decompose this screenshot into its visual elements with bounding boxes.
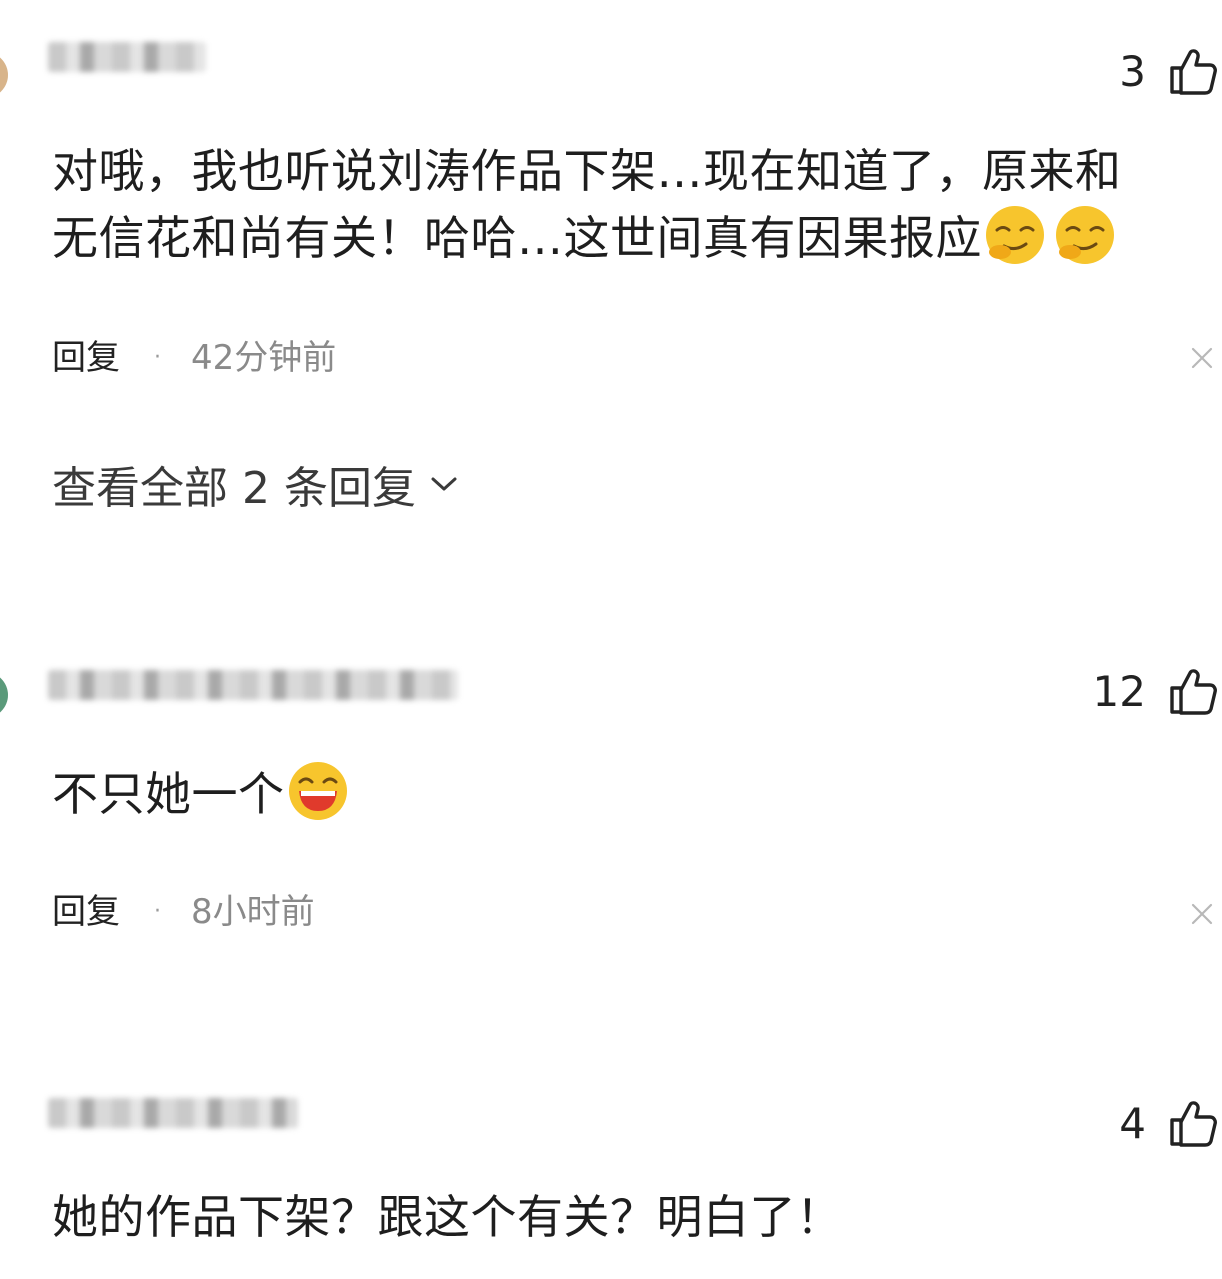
- thumbs-up-icon[interactable]: [1168, 668, 1218, 716]
- like-button[interactable]: 3: [1119, 48, 1218, 96]
- timestamp: 8小时前: [191, 892, 315, 932]
- username[interactable]: [48, 670, 458, 700]
- laugh-emoji: [287, 760, 349, 822]
- reply-button[interactable]: 回复: [52, 892, 120, 932]
- timestamp: 42分钟前: [191, 338, 337, 378]
- separator-dot: ·: [154, 345, 161, 370]
- username[interactable]: [48, 42, 206, 72]
- comment-text-fragment: 不只她一个: [52, 767, 285, 821]
- comment-meta: 回复 · 42分钟前: [52, 338, 336, 378]
- view-replies-button[interactable]: 查看全部 2 条回复: [52, 452, 458, 516]
- comment-text-line: 无信花和尚有关！哈哈…这世间真有因果报应: [52, 204, 1202, 271]
- separator-dot: ·: [154, 899, 161, 924]
- like-button[interactable]: 4: [1119, 1100, 1218, 1148]
- comment-text-fragment: 无信花和尚有关！哈哈…这世间真有因果报应: [52, 211, 982, 265]
- like-count: 3: [1119, 47, 1146, 96]
- comment-text-line: 对哦，我也听说刘涛作品下架…现在知道了，原来和: [52, 144, 1122, 198]
- comment-text: 不只她一个: [52, 760, 1202, 827]
- comment-meta: 回复 · 8小时前: [52, 892, 315, 932]
- comment-text-fragment: 她的作品下架？跟这个有关？明白了！: [52, 1190, 843, 1244]
- smirk-emoji: [1054, 204, 1116, 266]
- like-count: 12: [1092, 667, 1146, 716]
- smirk-emoji: [984, 204, 1046, 266]
- avatar[interactable]: [0, 52, 8, 98]
- comment-item: 4 她的作品下架？跟这个有关？明白了！: [0, 1058, 1222, 1279]
- chevron-down-icon: [431, 477, 457, 491]
- close-icon[interactable]: [1190, 346, 1214, 370]
- comment-item: 12 不只她一个 回复 · 8小时前: [0, 620, 1222, 1020]
- reply-button[interactable]: 回复: [52, 338, 120, 378]
- thumbs-up-icon[interactable]: [1168, 1100, 1218, 1148]
- comment-text: 她的作品下架？跟这个有关？明白了！: [52, 1184, 1202, 1250]
- like-count: 4: [1119, 1099, 1146, 1148]
- close-icon[interactable]: [1190, 902, 1214, 926]
- avatar[interactable]: [0, 672, 8, 718]
- view-replies-label: 查看全部 2 条回复: [52, 463, 416, 514]
- username[interactable]: [48, 1098, 298, 1128]
- like-button[interactable]: 12: [1093, 668, 1218, 716]
- comment-item: 3 对哦，我也听说刘涛作品下架…现在知道了，原来和 无信花和尚有关！哈哈…这世间…: [0, 0, 1222, 560]
- comment-text: 对哦，我也听说刘涛作品下架…现在知道了，原来和 无信花和尚有关！哈哈…这世间真有…: [52, 138, 1202, 271]
- thumbs-up-icon[interactable]: [1168, 48, 1218, 96]
